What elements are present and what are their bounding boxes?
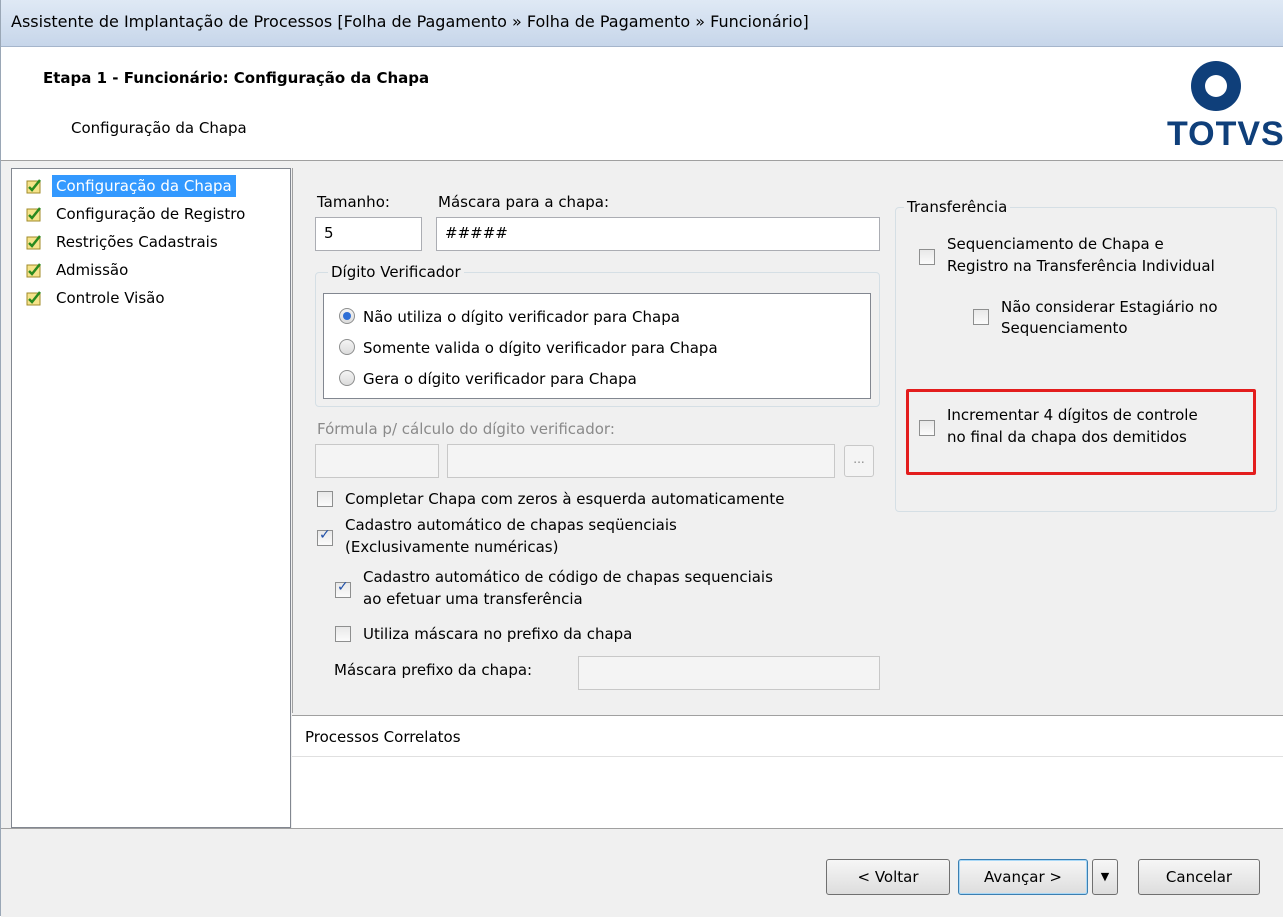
check-icon: [26, 179, 41, 194]
tamanho-label: Tamanho:: [317, 193, 390, 211]
processos-correlatos-list[interactable]: [292, 757, 1283, 828]
wizard-header: Etapa 1 - Funcionário: Configuração da C…: [1, 47, 1283, 161]
mascara-label: Máscara para a chapa:: [438, 193, 610, 211]
utiliza-mascara-label: Utiliza máscara no prefixo da chapa: [363, 625, 633, 643]
wizard-footer: < Voltar Avançar > ▼ Cancelar: [1, 828, 1283, 917]
avancar-dropdown-button[interactable]: ▼: [1092, 859, 1118, 895]
processos-correlatos-header: Processos Correlatos: [292, 715, 1283, 757]
completar-checkbox[interactable]: [317, 491, 333, 507]
formula-code-input[interactable]: [315, 444, 439, 478]
logo-text: TOTVS: [1167, 115, 1283, 153]
check-icon: [26, 291, 41, 306]
utiliza-mascara-checkbox[interactable]: [335, 626, 351, 642]
browse-label: ...: [853, 452, 865, 466]
window-title: Assistente de Implantação de Processos […: [11, 12, 809, 31]
avancar-button[interactable]: Avançar >: [958, 859, 1088, 895]
nao-considerar-estagiario-line1: Não considerar Estagiário no: [1001, 298, 1218, 316]
mascara-prefixo-input[interactable]: [578, 656, 880, 690]
title-bar[interactable]: Assistente de Implantação de Processos […: [1, 0, 1283, 47]
formula-desc-input[interactable]: [447, 444, 835, 478]
highlight-box: [906, 389, 1256, 475]
wizard-window: Assistente de Implantação de Processos […: [0, 0, 1283, 917]
chevron-down-icon: ▼: [1100, 870, 1110, 883]
cadastro-automatico-checkbox[interactable]: [317, 527, 333, 546]
radio-gera[interactable]: [339, 370, 355, 386]
formula-browse-button[interactable]: ...: [844, 445, 874, 477]
radio-somente-valida[interactable]: [339, 339, 355, 355]
nao-considerar-estagiario-checkbox[interactable]: [973, 309, 989, 325]
formula-label: Fórmula p/ cálculo do dígito verificador…: [317, 420, 615, 438]
cadastro-transferencia-line1: Cadastro automático de código de chapas …: [363, 568, 773, 586]
mascara-prefixo-label: Máscara prefixo da chapa:: [334, 661, 533, 679]
check-icon: [26, 207, 41, 222]
nao-considerar-estagiario-line2: Sequenciamento: [1001, 319, 1128, 337]
tree-item-label: Configuração da Chapa: [52, 175, 236, 197]
radio-somente-valida-label: Somente valida o dígito verificador para…: [363, 339, 718, 357]
step-title: Etapa 1 - Funcionário: Configuração da C…: [43, 69, 430, 87]
cadastro-transferencia-checkbox[interactable]: [335, 579, 351, 598]
digito-verificador-legend: Dígito Verificador: [328, 263, 464, 281]
tree-item-label: Configuração de Registro: [56, 205, 246, 223]
cancelar-button[interactable]: Cancelar: [1138, 859, 1260, 895]
radio-nao-utiliza-label: Não utiliza o dígito verificador para Ch…: [363, 308, 680, 326]
cadastro-automatico-line2: (Exclusivamente numéricas): [345, 538, 559, 556]
totvs-logo: TOTVS: [1165, 57, 1283, 157]
cadastro-transferencia-line2: ao efetuar uma transferência: [363, 590, 583, 608]
tree-item-label: Restrições Cadastrais: [56, 233, 218, 251]
processos-correlatos-title: Processos Correlatos: [305, 728, 461, 746]
mascara-input[interactable]: #####: [436, 217, 880, 251]
voltar-button[interactable]: < Voltar: [826, 859, 950, 895]
check-icon: [26, 235, 41, 250]
sequenciamento-checkbox[interactable]: [919, 249, 935, 265]
cadastro-automatico-line1: Cadastro automático de chapas seqüenciai…: [345, 516, 677, 534]
tree-item-label: Admissão: [56, 261, 129, 279]
radio-gera-label: Gera o dígito verificador para Chapa: [363, 370, 637, 388]
step-subtitle: Configuração da Chapa: [71, 119, 247, 137]
tamanho-input[interactable]: 5: [315, 217, 422, 251]
completar-label: Completar Chapa com zeros à esquerda aut…: [345, 490, 785, 508]
steps-tree: Configuração da Chapa Configuração de Re…: [11, 168, 291, 828]
sequenciamento-line2: Registro na Transferência Individual: [947, 257, 1215, 275]
tree-item-label: Controle Visão: [56, 289, 165, 307]
check-icon: [26, 263, 41, 278]
transferencia-legend: Transferência: [904, 198, 1011, 216]
radio-nao-utiliza[interactable]: [339, 308, 355, 324]
sequenciamento-line1: Sequenciamento de Chapa e: [947, 235, 1164, 253]
totvs-logo-icon: [1191, 61, 1241, 111]
